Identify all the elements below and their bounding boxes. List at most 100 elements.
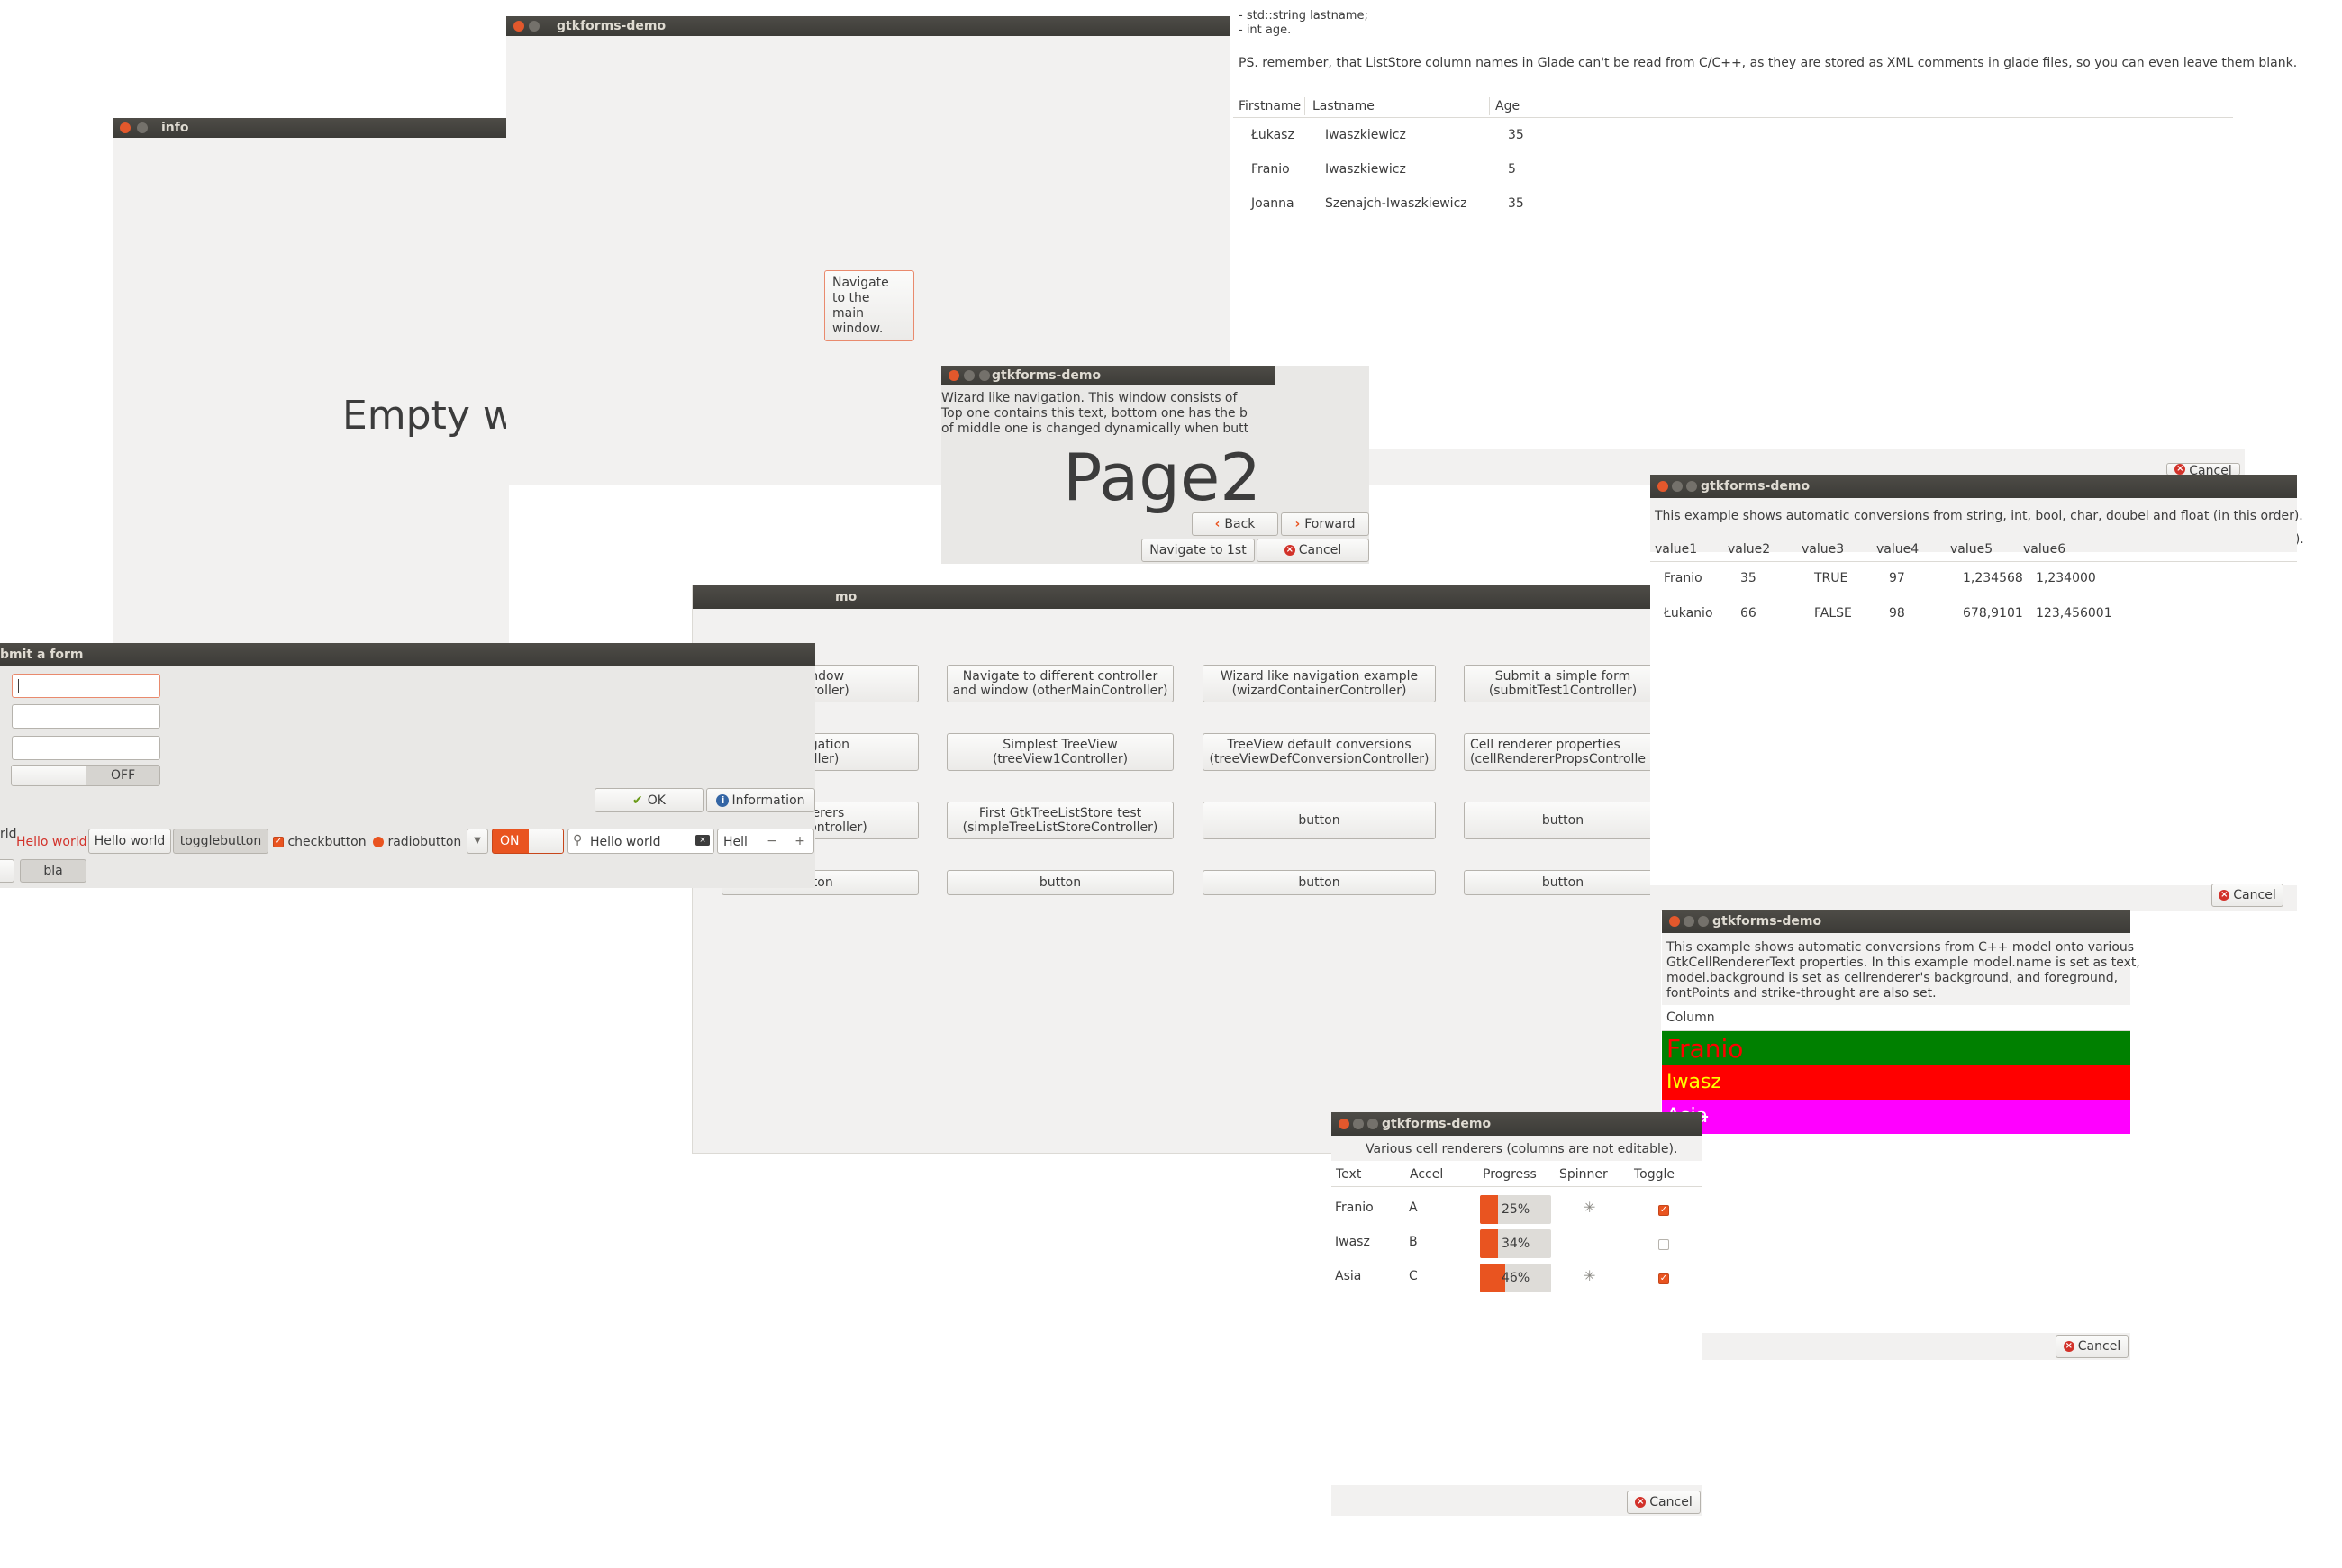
demo-button-r3c2[interactable]: First GtkTreeListStore test (simpleTreeL… <box>947 802 1174 839</box>
close-icon[interactable] <box>949 370 959 381</box>
spin-button[interactable]: Hell − + <box>717 829 814 854</box>
conv-col-3[interactable]: value3 <box>1802 542 1844 557</box>
minimize-icon[interactable] <box>529 21 540 32</box>
maximize-icon[interactable] <box>979 370 990 381</box>
minimize-icon[interactable] <box>964 370 975 381</box>
maximize-icon[interactable] <box>1686 481 1697 492</box>
props-row-2[interactable]: Iwasz <box>1662 1065 2130 1100</box>
form-small-button[interactable] <box>0 859 14 883</box>
table-row-accel[interactable]: A <box>1409 1201 1418 1215</box>
conv-row-1-c4[interactable]: 97 <box>1889 571 1905 585</box>
conv-row-1-c5[interactable]: 1,234568 <box>1963 571 2023 585</box>
table-row-1-last[interactable]: Iwaszkiewicz <box>1325 128 1406 142</box>
wizard-forward-button[interactable]: › Forward <box>1281 512 1369 536</box>
conv-row-1-c3[interactable]: TRUE <box>1814 571 1847 585</box>
demo-button-r3c4[interactable]: button <box>1464 802 1662 839</box>
conv-col-2[interactable]: value2 <box>1728 542 1770 557</box>
conv-col-1[interactable]: value1 <box>1655 542 1697 557</box>
close-icon[interactable] <box>1669 916 1680 927</box>
form-switch-off[interactable]: OFF <box>11 765 160 786</box>
table-row-1-first[interactable]: Łukasz <box>1251 128 1294 142</box>
col-age[interactable]: Age <box>1495 99 1520 113</box>
maximize-icon[interactable] <box>1367 1119 1378 1129</box>
rend-col-spinner[interactable]: Spinner <box>1559 1167 1608 1182</box>
checkbox-checked-icon[interactable]: ✓ <box>1658 1203 1669 1218</box>
rend-col-text[interactable]: Text <box>1336 1167 1361 1182</box>
col-firstname[interactable]: Firstname <box>1239 99 1301 113</box>
minus-icon[interactable]: − <box>758 829 785 853</box>
minimize-icon[interactable] <box>1672 481 1683 492</box>
form-ok-button[interactable]: ✔ OK <box>595 788 704 812</box>
conv-row-2-c4[interactable]: 98 <box>1889 606 1905 621</box>
table-row-2-first[interactable]: Franio <box>1251 162 1290 177</box>
minimize-icon[interactable] <box>1684 916 1694 927</box>
renderers-cancel-button[interactable]: × Cancel <box>1627 1491 1701 1514</box>
close-icon[interactable] <box>1339 1119 1349 1129</box>
form-field-1[interactable] <box>12 674 160 698</box>
demo-button-r2c4[interactable]: Cell renderer properties (cellRendererPr… <box>1464 733 1662 771</box>
conv-row-2-c1[interactable]: Łukanio <box>1664 606 1713 621</box>
liststore-cancel-button[interactable]: × Cancel <box>2166 463 2240 476</box>
table-row-text[interactable]: Asia <box>1335 1269 1361 1283</box>
demo-button-r1c4[interactable]: Submit a simple form (submitTest1Control… <box>1464 665 1662 702</box>
conv-col-4[interactable]: value4 <box>1876 542 1919 557</box>
maximize-icon[interactable] <box>1698 916 1709 927</box>
conv-row-2-c3[interactable]: FALSE <box>1814 606 1852 621</box>
col-lastname[interactable]: Lastname <box>1312 99 1375 113</box>
table-row-3-last[interactable]: Szenajch-Iwaszkiewicz <box>1325 196 1467 211</box>
table-row-2-last[interactable]: Iwaszkiewicz <box>1325 162 1406 177</box>
props-col-header[interactable]: Column <box>1666 1011 1715 1025</box>
form-switch-on[interactable]: ON <box>492 829 564 854</box>
wizard-navigate-first-button[interactable]: Navigate to 1st <box>1141 539 1255 562</box>
table-row-3-first[interactable]: Joanna <box>1251 196 1294 211</box>
close-icon[interactable] <box>513 21 524 32</box>
checkbutton[interactable]: ✓ checkbutton <box>273 835 367 849</box>
table-row-1-age[interactable]: 35 <box>1508 128 1524 142</box>
props-row-3[interactable]: Asia <box>1662 1100 2130 1134</box>
conv-row-2-c5[interactable]: 678,9101 <box>1963 606 2023 621</box>
hello-world-button[interactable]: Hello world <box>88 829 171 854</box>
plus-icon[interactable]: + <box>785 829 814 853</box>
table-row-3-age[interactable]: 35 <box>1508 196 1524 211</box>
demo-button-r1c3[interactable]: Wizard like navigation example (wizardCo… <box>1203 665 1436 702</box>
rend-col-toggle[interactable]: Toggle <box>1634 1167 1675 1182</box>
demo-button-r2c2[interactable]: Simplest TreeView (treeView1Controller) <box>947 733 1174 771</box>
demo-button-r3c3[interactable]: button <box>1203 802 1436 839</box>
rend-col-progress[interactable]: Progress <box>1483 1167 1537 1182</box>
form-field-3[interactable] <box>12 736 160 760</box>
table-row-text[interactable]: Franio <box>1335 1201 1374 1215</box>
rend-col-accel[interactable]: Accel <box>1410 1167 1443 1182</box>
demo-button-r2c3[interactable]: TreeView default conversions (treeViewDe… <box>1203 733 1436 771</box>
wizard-cancel-button[interactable]: × Cancel <box>1257 539 1369 562</box>
conv-row-2-c2[interactable]: 66 <box>1740 606 1756 621</box>
demo-button-r4c2[interactable]: button <box>947 870 1174 895</box>
bla-button[interactable]: bla <box>20 859 86 883</box>
checkbox-checked-icon[interactable]: ✓ <box>1658 1272 1669 1286</box>
checkbox-unchecked-icon[interactable] <box>1658 1237 1669 1252</box>
search-entry[interactable]: ⚲ Hello world × <box>567 829 714 854</box>
conv-col-5[interactable]: value5 <box>1950 542 1993 557</box>
props-cancel-button[interactable]: × Cancel <box>2056 1335 2129 1358</box>
minimize-icon[interactable] <box>1353 1119 1364 1129</box>
demo-button-r1c2[interactable]: Navigate to different controller and win… <box>947 665 1174 702</box>
clear-icon[interactable]: × <box>695 835 710 846</box>
close-icon[interactable] <box>1657 481 1668 492</box>
combo-dropdown-button[interactable]: ▼ <box>467 829 488 854</box>
navigate-main-button[interactable]: Navigate to the main window. <box>824 270 914 341</box>
form-field-2[interactable] <box>12 704 160 729</box>
table-row-accel[interactable]: C <box>1409 1269 1418 1283</box>
conv-row-1-c2[interactable]: 35 <box>1740 571 1756 585</box>
radiobutton[interactable]: radiobutton <box>373 835 461 849</box>
table-row-text[interactable]: Iwasz <box>1335 1235 1370 1249</box>
conv-row-1-c1[interactable]: Franio <box>1664 571 1702 585</box>
props-row-1[interactable]: Franio <box>1662 1031 2130 1065</box>
table-row-2-age[interactable]: 5 <box>1508 162 1516 177</box>
table-row-accel[interactable]: B <box>1409 1235 1418 1249</box>
togglebutton[interactable]: togglebutton <box>173 829 268 854</box>
wizard-back-button[interactable]: ‹ Back <box>1192 512 1278 536</box>
conv-row-1-c6[interactable]: 1,234000 <box>2036 571 2096 585</box>
demo-button-r4c3[interactable]: button <box>1203 870 1436 895</box>
demo-button-r4c4[interactable]: button <box>1464 870 1662 895</box>
conv-col-6[interactable]: value6 <box>2023 542 2065 557</box>
minimize-icon[interactable] <box>137 122 148 133</box>
